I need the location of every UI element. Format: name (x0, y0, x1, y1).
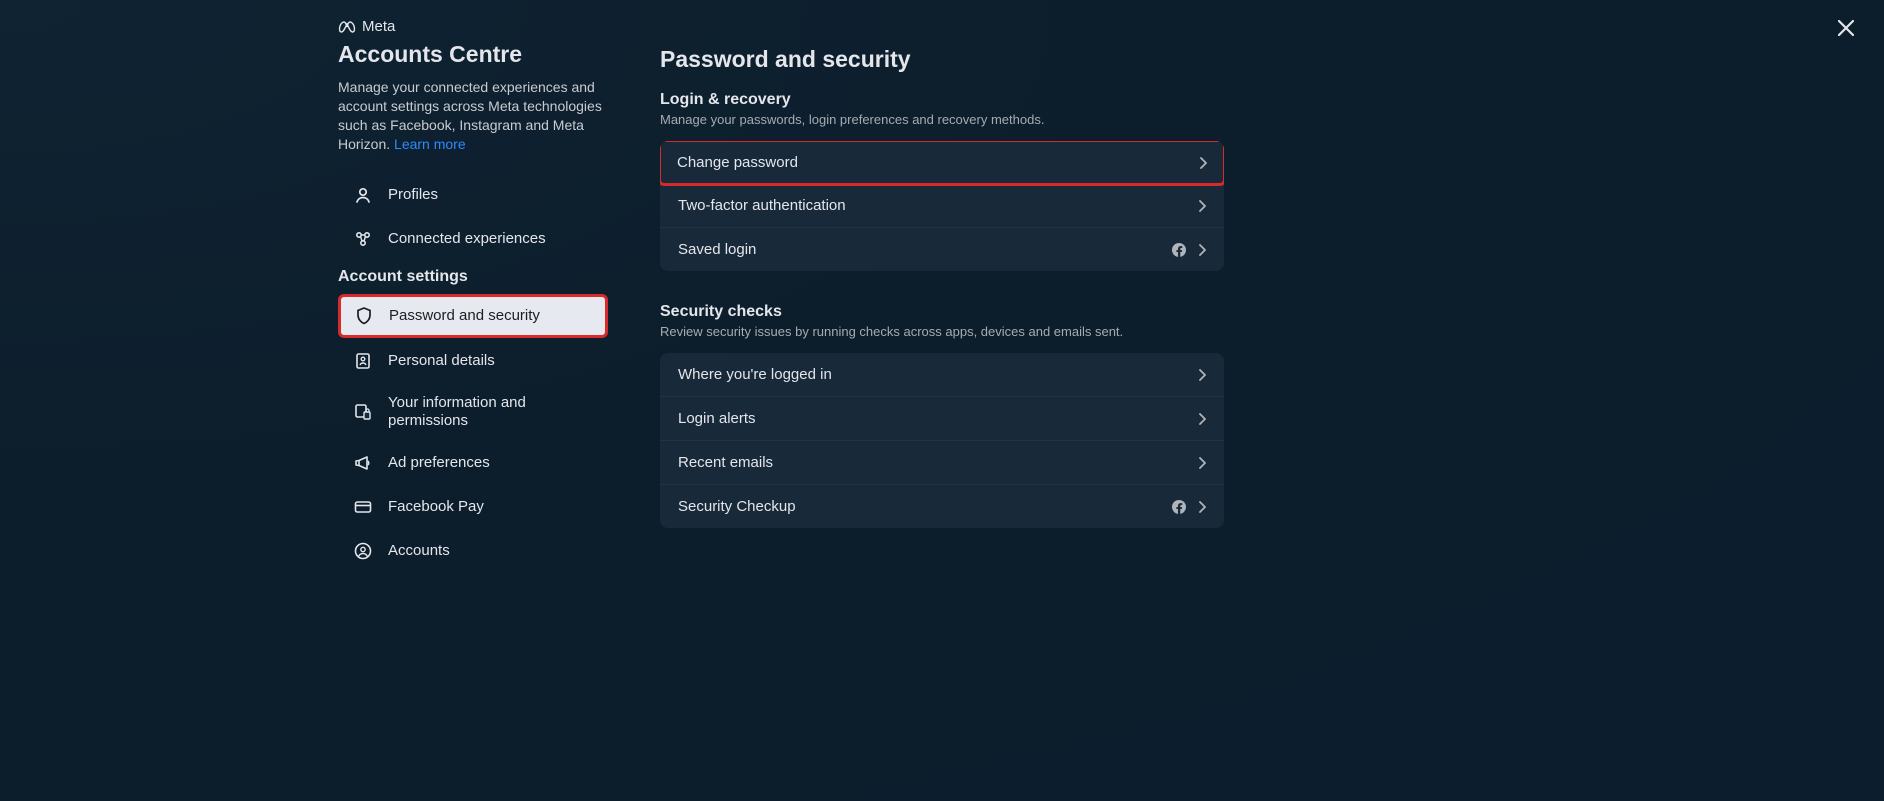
account-settings-label: Account settings (338, 262, 634, 294)
section-title: Security checks (660, 303, 1224, 321)
sidebar-description: Manage your connected experiences and ac… (338, 78, 608, 154)
section-desc: Review security issues by running checks… (660, 324, 1224, 339)
chevron-right-icon (1198, 501, 1206, 513)
megaphone-icon (352, 452, 374, 474)
item-recent-emails[interactable]: Recent emails (660, 441, 1224, 485)
sidebar-item-connected[interactable]: Connected experiences (338, 218, 608, 260)
sidebar: Meta Accounts Centre Manage your connect… (338, 18, 634, 574)
item-change-password[interactable]: Change password (660, 141, 1224, 186)
chevron-right-icon (1198, 457, 1206, 469)
card-list-login: Change password Two-factor authenticatio… (660, 141, 1224, 271)
sidebar-item-password-security[interactable]: Password and security (338, 294, 608, 338)
sidebar-item-personal-details[interactable]: Personal details (338, 340, 608, 382)
chevron-right-icon (1198, 413, 1206, 425)
chevron-right-icon (1198, 200, 1206, 212)
shield-icon (353, 305, 375, 327)
person-icon (352, 184, 374, 206)
sidebar-item-info-permissions[interactable]: Your information and permissions (338, 384, 608, 440)
section-title: Login & recovery (660, 91, 1224, 109)
brand-name: Meta (362, 18, 395, 35)
learn-more-link[interactable]: Learn more (394, 136, 466, 152)
section-desc: Manage your passwords, login preferences… (660, 112, 1224, 127)
chevron-right-icon (1198, 369, 1206, 381)
card-list-security: Where you're logged in Login alerts Rece… (660, 353, 1224, 528)
section-security-checks: Security checks Review security issues b… (660, 303, 1224, 528)
chevron-right-icon (1198, 244, 1206, 256)
facebook-icon (1172, 243, 1186, 257)
brand: Meta (338, 18, 634, 35)
page-title: Password and security (660, 46, 1224, 73)
close-icon (1836, 18, 1856, 38)
user-circle-icon (352, 540, 374, 562)
id-card-icon (352, 350, 374, 372)
sidebar-item-profiles[interactable]: Profiles (338, 174, 608, 216)
section-login-recovery: Login & recovery Manage your passwords, … (660, 91, 1224, 271)
meta-logo-icon (338, 21, 356, 33)
main-content: Password and security Login & recovery M… (634, 18, 1224, 574)
item-security-checkup[interactable]: Security Checkup (660, 485, 1224, 528)
close-button[interactable] (1836, 18, 1856, 38)
item-where-logged-in[interactable]: Where you're logged in (660, 353, 1224, 397)
card-icon (352, 496, 374, 518)
sidebar-title: Accounts Centre (338, 41, 634, 68)
facebook-icon (1172, 500, 1186, 514)
chevron-right-icon (1199, 157, 1207, 169)
sidebar-nav: Profiles Connected experiences Account s… (338, 174, 634, 574)
item-saved-login[interactable]: Saved login (660, 228, 1224, 271)
sidebar-item-facebook-pay[interactable]: Facebook Pay (338, 486, 608, 528)
connected-icon (352, 228, 374, 250)
sidebar-item-accounts[interactable]: Accounts (338, 530, 608, 572)
item-two-factor[interactable]: Two-factor authentication (660, 184, 1224, 228)
item-login-alerts[interactable]: Login alerts (660, 397, 1224, 441)
permissions-icon (352, 401, 374, 423)
sidebar-item-ad-preferences[interactable]: Ad preferences (338, 442, 608, 484)
